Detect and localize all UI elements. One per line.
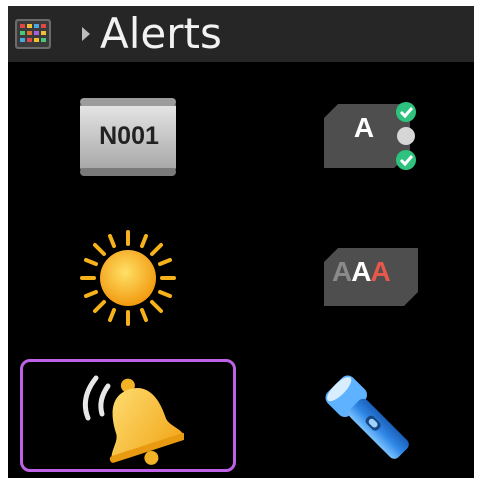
- brightness-tile[interactable]: [78, 228, 178, 328]
- font-size-sample: AAA: [332, 256, 391, 287]
- reply-letter: A: [353, 112, 375, 143]
- badge-text: N001: [99, 122, 159, 150]
- notification-code-tile[interactable]: N001: [76, 94, 182, 184]
- header-bar: Alerts: [8, 6, 474, 62]
- bell-icon: [82, 375, 184, 465]
- chevron-right-icon: [82, 27, 90, 41]
- flashlight-icon: [325, 375, 409, 459]
- font-size-tile[interactable]: AAA: [322, 244, 422, 314]
- sun-icon: [80, 230, 176, 326]
- vibrate-alert-tile[interactable]: [74, 368, 184, 468]
- watch-screen: Alerts N001 A AAA: [8, 6, 474, 478]
- page-title: Alerts: [100, 9, 222, 58]
- reply-options-tile[interactable]: A: [320, 98, 424, 188]
- flashlight-tile[interactable]: [318, 368, 424, 474]
- app-grid-icon[interactable]: [14, 18, 52, 50]
